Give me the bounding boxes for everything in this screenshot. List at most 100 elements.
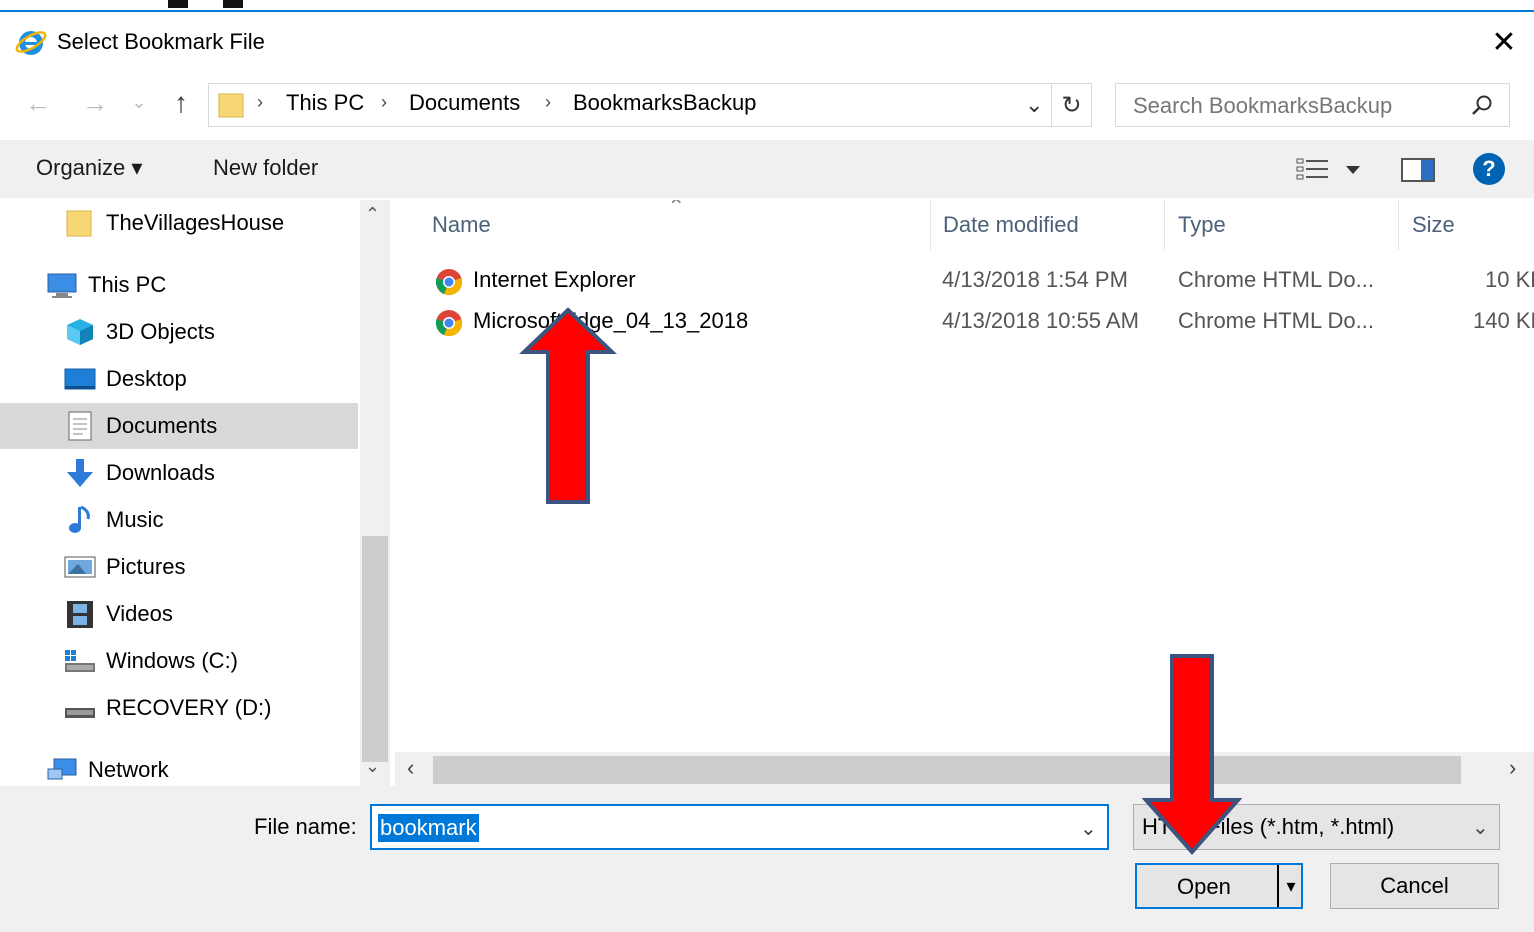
- chevron-down-icon[interactable]: ⌄: [1080, 816, 1097, 841]
- file-size: 10 KB: [1485, 267, 1534, 292]
- chrome-icon: [435, 269, 463, 296]
- file-name: MicrosoftEdge_04_13_2018: [473, 308, 749, 333]
- help-icon: ?: [1482, 156, 1496, 181]
- sidebar-scrollbar[interactable]: ⌃ ⌄: [360, 200, 390, 786]
- open-options-dropdown-icon[interactable]: ▾: [1277, 865, 1303, 907]
- horizontal-scrollbar[interactable]: ‹ ›: [395, 752, 1534, 786]
- sidebar-item-music[interactable]: Music: [0, 497, 360, 543]
- help-button[interactable]: ?: [1473, 153, 1505, 185]
- scroll-up-icon[interactable]: ⌃: [365, 204, 380, 225]
- breadcrumb-bookmarksbackup[interactable]: BookmarksBackup: [573, 90, 756, 116]
- sidebar-item-label: Videos: [106, 601, 173, 626]
- scroll-down-icon[interactable]: ⌄: [365, 756, 380, 777]
- sidebar-item-recovery-d[interactable]: RECOVERY (D:): [0, 685, 360, 731]
- file-type: Chrome HTML Do...: [1178, 267, 1375, 292]
- back-arrow-icon[interactable]: ←: [22, 88, 54, 119]
- sidebar-item-label: 3D Objects: [106, 319, 215, 344]
- sidebar-item-pictures[interactable]: Pictures: [0, 544, 360, 590]
- column-header-type[interactable]: Type: [1178, 212, 1226, 238]
- breadcrumb-separator: ›: [381, 92, 387, 112]
- preview-pane-icon[interactable]: [1401, 157, 1435, 183]
- sidebar-item-label: Documents: [106, 413, 218, 438]
- column-header-size[interactable]: Size: [1412, 212, 1455, 238]
- address-bar[interactable]: › This PC › Documents › BookmarksBackup …: [208, 83, 1092, 127]
- file-name-value: bookmark: [378, 814, 479, 842]
- cropped-shape: [168, 0, 188, 8]
- organize-button[interactable]: Organize ▾: [36, 155, 142, 181]
- scroll-right-icon[interactable]: ›: [1509, 755, 1516, 781]
- new-folder-button[interactable]: New folder: [213, 155, 318, 181]
- breadcrumb-separator: ›: [257, 92, 263, 112]
- search-placeholder: Search BookmarksBackup: [1133, 93, 1393, 118]
- music-note-icon: [69, 505, 90, 533]
- sidebar-item-downloads[interactable]: Downloads: [0, 450, 360, 496]
- chevron-down-icon: ⌄: [1472, 817, 1489, 839]
- file-name-field[interactable]: bookmark ⌄: [370, 804, 1109, 850]
- network-icon: [47, 758, 77, 780]
- command-toolbar: Organize ▾ New folder ?: [0, 140, 1534, 198]
- chevron-down-icon[interactable]: ⌄: [1025, 92, 1043, 118]
- column-divider[interactable]: [1164, 200, 1165, 250]
- file-type-value: HTML Files (*.htm, *.html): [1142, 814, 1395, 839]
- sidebar-item-3d-objects[interactable]: 3D Objects: [0, 309, 360, 355]
- file-row[interactable]: MicrosoftEdge_04_13_2018 4/13/2018 10:55…: [395, 302, 1534, 342]
- sidebar-item-thevillageshouse[interactable]: TheVillagesHouse: [0, 200, 360, 246]
- refresh-button[interactable]: ↻: [1051, 84, 1091, 126]
- scroll-left-icon[interactable]: ‹: [407, 755, 414, 781]
- documents-icon: [68, 411, 92, 441]
- forward-arrow-icon[interactable]: →: [79, 88, 111, 119]
- breadcrumb-this-pc[interactable]: This PC: [286, 90, 364, 116]
- title-bar: Select Bookmark File ✕: [0, 14, 1534, 70]
- breadcrumb-documents[interactable]: Documents: [409, 90, 520, 116]
- change-view-icon[interactable]: [1296, 156, 1366, 184]
- desktop-icon: [64, 368, 96, 390]
- column-divider[interactable]: [1398, 200, 1399, 250]
- sidebar-item-label: Music: [106, 507, 164, 532]
- file-type-select[interactable]: HTML Files (*.htm, *.html) ⌄: [1133, 804, 1500, 850]
- close-button[interactable]: ✕: [1478, 20, 1530, 64]
- sidebar-item-videos[interactable]: Videos: [0, 591, 360, 637]
- search-icon: [1472, 95, 1492, 115]
- sidebar-item-label: Pictures: [106, 554, 186, 579]
- sidebar-item-label: Network: [88, 757, 169, 782]
- sidebar-item-this-pc[interactable]: This PC: [0, 262, 360, 308]
- file-size: 140 KB: [1473, 308, 1534, 333]
- up-arrow-icon[interactable]: ↑: [165, 87, 197, 119]
- file-date-modified: 4/13/2018 1:54 PM: [942, 267, 1128, 292]
- sidebar-item-label: RECOVERY (D:): [106, 695, 272, 720]
- file-name: Internet Explorer: [473, 267, 636, 292]
- folder-icon: [218, 93, 244, 118]
- sort-ascending-icon: ⌃: [667, 200, 686, 219]
- scrollbar-thumb[interactable]: [433, 756, 1461, 784]
- recent-locations-chevron-icon[interactable]: ⌄: [127, 92, 151, 113]
- internet-explorer-icon: [15, 31, 47, 55]
- cancel-button[interactable]: Cancel: [1330, 863, 1499, 909]
- film-icon: [67, 601, 93, 628]
- cropped-shape: [223, 0, 243, 8]
- scrollbar-thumb[interactable]: [362, 536, 388, 762]
- refresh-icon: ↻: [1061, 91, 1082, 119]
- file-row[interactable]: Internet Explorer 4/13/2018 1:54 PM Chro…: [395, 261, 1534, 301]
- column-header-name[interactable]: Name: [432, 212, 491, 238]
- sidebar-item-label: Windows (C:): [106, 648, 239, 673]
- sidebar-item-label: This PC: [88, 272, 167, 297]
- folder-icon: [66, 210, 92, 237]
- sidebar-item-label: Desktop: [106, 366, 187, 391]
- sidebar-item-windows-c[interactable]: Windows (C:): [0, 638, 360, 684]
- file-list: ⌃ Name Date modified Type Size Internet …: [395, 200, 1534, 752]
- file-type: Chrome HTML Do...: [1178, 308, 1375, 333]
- file-date-modified: 4/13/2018 10:55 AM: [942, 308, 1139, 333]
- sidebar-item-label: Downloads: [106, 460, 215, 485]
- open-button[interactable]: Open ▾: [1135, 863, 1303, 909]
- sidebar-item-network[interactable]: Network: [0, 747, 360, 786]
- drive-c-icon: [65, 650, 95, 672]
- column-divider[interactable]: [930, 200, 931, 250]
- dialog-footer: File name: bookmark ⌄ HTML Files (*.htm,…: [0, 786, 1534, 932]
- column-header-date-modified[interactable]: Date modified: [943, 212, 1079, 238]
- drive-icon: [65, 708, 95, 718]
- pictures-icon: [64, 556, 96, 578]
- sidebar-item-documents[interactable]: Documents: [0, 403, 358, 449]
- navigation-pane: TheVillagesHouse This PC 3D Objects Desk…: [0, 200, 360, 786]
- sidebar-item-desktop[interactable]: Desktop: [0, 356, 360, 402]
- search-input[interactable]: Search BookmarksBackup: [1115, 83, 1510, 127]
